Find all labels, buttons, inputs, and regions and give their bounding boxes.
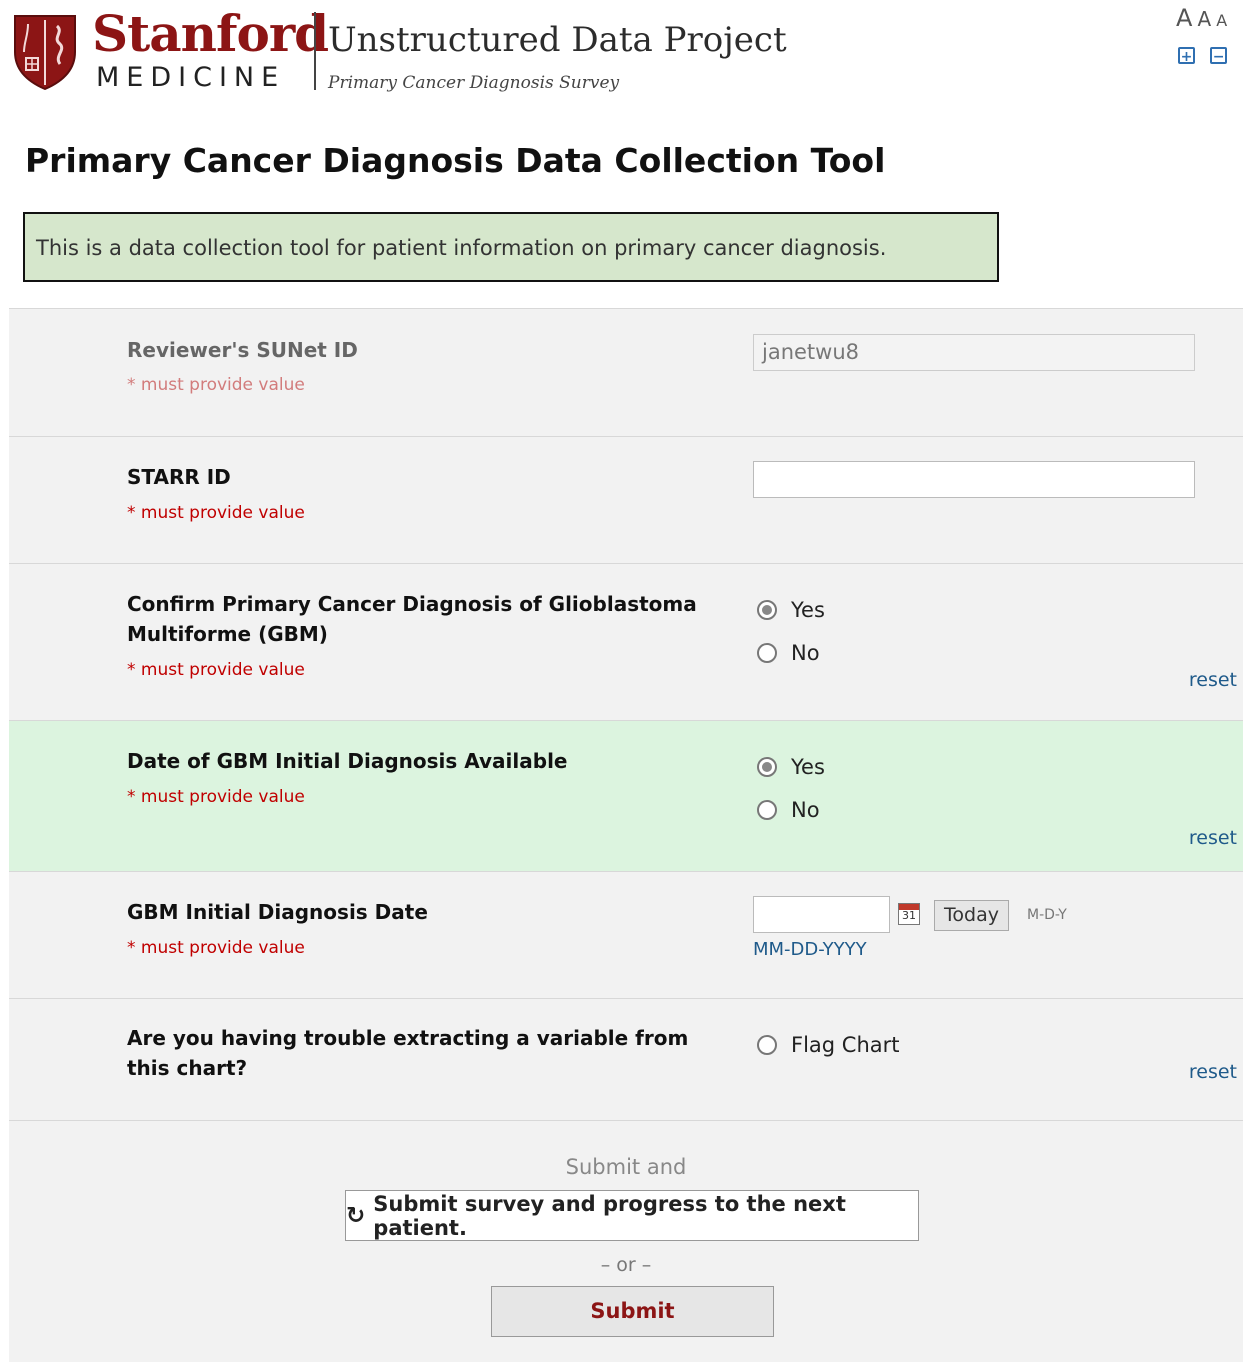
brand-name: Stanford [92,4,329,63]
font-size-large-button[interactable]: A [1176,4,1192,32]
confirm-gbm-required-text: must provide value [140,660,305,680]
stanford-shield-icon [14,15,76,90]
reviewer-input: janetwu8 [753,334,1195,371]
starr-required: * must provide value [127,503,305,523]
font-size-controls: A A A [1176,4,1227,32]
brand-divider [314,12,316,90]
field-row-reviewer: Reviewer's SUNet ID * must provide value… [9,308,1243,437]
field-row-date-available: Date of GBM Initial Diagnosis Available … [9,720,1243,872]
starr-input[interactable] [753,461,1195,498]
date-available-required: * must provide value [127,787,305,807]
date-available-required-text: must provide value [140,787,305,807]
flag-chart-label: Flag Chart [791,1033,900,1057]
calendar-icon[interactable]: 31 [898,903,920,925]
zoom-out-icon[interactable]: − [1210,47,1228,65]
confirm-gbm-required: * must provide value [127,660,305,680]
confirm-gbm-yes-radio[interactable] [757,600,777,620]
date-available-label: Date of GBM Initial Diagnosis Available [127,749,568,773]
date-available-reset-link[interactable]: reset [1189,827,1237,849]
field-row-trouble: Are you having trouble extracting a vari… [9,998,1243,1121]
or-separator: – or – [600,1254,652,1276]
confirm-gbm-yes-label: Yes [791,598,825,622]
field-row-diagnosis-date: GBM Initial Diagnosis Date * must provid… [9,871,1243,999]
intro-box: This is a data collection tool for patie… [23,212,999,282]
submit-next-patient-button[interactable]: ↻ Submit survey and progress to the next… [345,1190,919,1241]
reviewer-label: Reviewer's SUNet ID [127,338,358,362]
date-format-short: M-D-Y [1027,907,1067,923]
trouble-label: Are you having trouble extracting a vari… [127,1026,689,1080]
date-available-no-radio[interactable] [757,800,777,820]
font-size-small-button[interactable]: A [1216,11,1227,30]
reviewer-required: * must provide value [127,375,305,395]
submit-button[interactable]: Submit [491,1286,774,1337]
diagnosis-date-input[interactable] [753,896,890,933]
font-size-medium-button[interactable]: A [1198,7,1212,31]
date-available-no-label: No [791,798,820,822]
starr-required-text: must provide value [140,503,305,523]
confirm-gbm-yes-option[interactable]: Yes [757,595,825,625]
brand-sub: MEDICINE [96,62,286,93]
date-available-yes-radio[interactable] [757,757,777,777]
diagnosis-date-required: * must provide value [127,938,305,958]
confirm-gbm-reset-link[interactable]: reset [1189,669,1237,691]
project-subtitle: Primary Cancer Diagnosis Survey [328,73,620,93]
date-available-yes-label: Yes [791,755,825,779]
diagnosis-date-label: GBM Initial Diagnosis Date [127,900,428,924]
submit-and-label: Submit and [565,1155,687,1179]
field-row-starr: STARR ID * must provide value [9,436,1243,564]
submit-next-patient-label: Submit survey and progress to the next p… [373,1191,846,1240]
page-title: Primary Cancer Diagnosis Data Collection… [25,141,886,180]
date-format-hint: MM-DD-YYYY [753,939,867,960]
trouble-reset-link[interactable]: reset [1189,1061,1237,1083]
confirm-gbm-no-label: No [791,641,820,665]
date-available-yes-option[interactable]: Yes [757,752,825,782]
zoom-in-icon[interactable]: + [1178,47,1195,65]
confirm-gbm-no-option[interactable]: No [757,638,820,668]
confirm-gbm-label: Confirm Primary Cancer Diagnosis of Glio… [127,592,697,646]
diagnosis-date-required-text: must provide value [140,938,305,958]
reviewer-required-text: must provide value [140,375,305,395]
starr-label: STARR ID [127,465,231,489]
zoom-controls: + − [1178,46,1237,65]
project-title: Unstructured Data Project [328,20,787,60]
submit-area: Submit and ↻ Submit survey and progress … [9,1120,1243,1362]
flag-chart-radio[interactable] [757,1035,777,1055]
refresh-icon: ↻ [346,1202,366,1229]
site-header: Stanford MEDICINE Unstructured Data Proj… [0,0,1243,105]
flag-chart-option[interactable]: Flag Chart [757,1030,900,1060]
field-row-confirm-gbm: Confirm Primary Cancer Diagnosis of Glio… [9,563,1243,721]
today-button[interactable]: Today [934,900,1009,931]
confirm-gbm-no-radio[interactable] [757,643,777,663]
date-available-no-option[interactable]: No [757,795,820,825]
